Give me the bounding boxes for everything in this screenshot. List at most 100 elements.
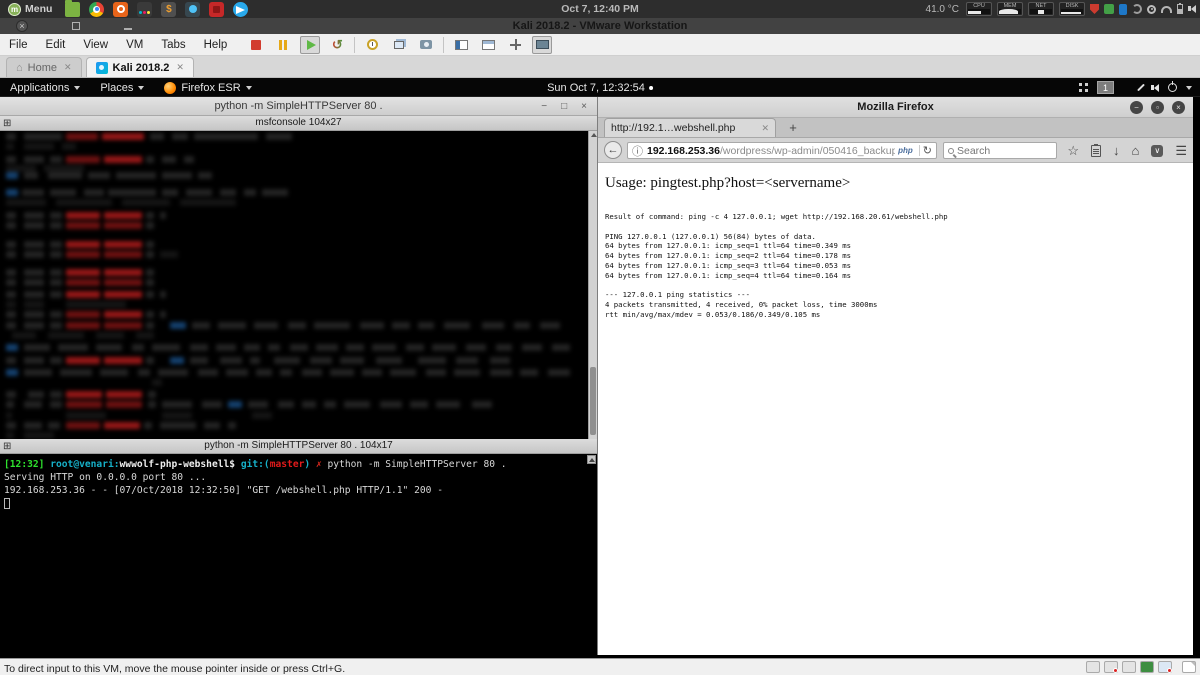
vm-network-adapter-icon[interactable] — [1158, 661, 1172, 673]
vmware-titlebar[interactable]: × Kali 2018.2 - VMware Workstation — [0, 18, 1200, 34]
minimize-icon[interactable]: − — [541, 102, 547, 112]
new-tab-button[interactable]: + — [782, 119, 804, 137]
terminal-window[interactable]: python -m SimpleHTTPServer 80 . − □ × ⊞ … — [0, 97, 597, 655]
bookmark-star-icon[interactable]: ☆ — [1067, 144, 1079, 157]
location-tray-icon[interactable] — [1147, 5, 1156, 14]
power-menu-icon[interactable] — [1168, 83, 1177, 92]
host-clock[interactable]: Oct 7, 12:40 PM — [561, 0, 639, 18]
menu-edit[interactable]: Edit — [37, 34, 75, 56]
battery-tray-icon[interactable] — [1177, 4, 1183, 14]
terminal-scrollbar[interactable] — [588, 131, 597, 439]
indicator-grid-icon[interactable] — [1079, 83, 1088, 92]
firefox-app-menu[interactable]: Firefox ESR — [164, 82, 251, 94]
finance-app-launcher-icon[interactable]: $ — [161, 2, 176, 17]
revert-snapshot-button[interactable] — [389, 36, 409, 54]
orange-app-launcher-icon[interactable] — [113, 2, 128, 17]
mint-menu-button[interactable]: m Menu — [4, 0, 56, 18]
chevron-down-icon[interactable] — [1186, 86, 1192, 90]
vm-harddisk-icon[interactable] — [1104, 661, 1118, 673]
suspend-button[interactable] — [273, 36, 293, 54]
url-bar[interactable]: ⓘ 192.168.253.36 /wordpress/wp-admin/050… — [627, 142, 937, 159]
wifi-tray-icon[interactable] — [1161, 6, 1172, 13]
snapshot-manager-button[interactable] — [416, 36, 436, 54]
output-line: 64 bytes from 127.0.0.1: icmp_seq=3 ttl=… — [605, 261, 948, 271]
host-taskbar: m Menu $ Oct 7, 12:40 PM 41.0 °C CPU MEM… — [0, 0, 1200, 18]
minimize-icon[interactable]: − — [1130, 101, 1143, 114]
red-app-launcher-icon[interactable] — [209, 2, 224, 17]
window-maximize-button[interactable] — [72, 22, 80, 30]
volume-tray-icon[interactable] — [1188, 0, 1196, 18]
tab-webshell[interactable]: http://192.1…webshell.php ✕ — [604, 118, 776, 137]
update-manager-tray-icon[interactable] — [1104, 4, 1114, 14]
telegram-launcher-icon[interactable] — [233, 2, 248, 17]
mem-meter[interactable]: MEM — [997, 2, 1023, 16]
vm-message-log-icon[interactable] — [1086, 661, 1100, 673]
bluetooth-tray-icon[interactable] — [1119, 4, 1127, 15]
file-manager-launcher-icon[interactable] — [65, 2, 80, 17]
reset-button[interactable]: ↺ — [327, 36, 347, 54]
close-icon[interactable]: × — [581, 102, 587, 112]
http-server-pane[interactable]: [12:32] root@venari:wwwolf-php-webshell$… — [0, 454, 597, 655]
fit-guest-button[interactable] — [505, 36, 525, 54]
msfconsole-pane-header[interactable]: ⊞ msfconsole 104x27 — [0, 116, 597, 131]
places-menu[interactable]: Places — [100, 82, 144, 94]
window-close-button[interactable]: × — [16, 20, 28, 32]
site-info-icon[interactable]: ⓘ — [632, 143, 643, 159]
vm-floppy-icon[interactable] — [1140, 661, 1154, 673]
kali-clock[interactable]: Sun Oct 7, 12:32:54 — [547, 78, 653, 97]
search-bar[interactable] — [943, 142, 1057, 159]
menu-file[interactable]: File — [0, 34, 37, 56]
unity-view-button[interactable] — [478, 36, 498, 54]
console-view-button[interactable] — [451, 36, 471, 54]
menu-help[interactable]: Help — [195, 34, 237, 56]
close-icon[interactable]: ✕ — [176, 62, 184, 73]
net-meter[interactable]: NET — [1028, 2, 1054, 16]
kali-volume-icon[interactable] — [1151, 82, 1159, 94]
pocket-icon[interactable]: ∨ — [1151, 145, 1163, 157]
tab-home[interactable]: ⌂ Home ✕ — [6, 57, 82, 77]
terminal-titlebar[interactable]: python -m SimpleHTTPServer 80 . − □ × — [0, 97, 597, 116]
maximize-icon[interactable]: ▫ — [1151, 101, 1164, 114]
http-server-pane-header[interactable]: ⊞ python -m SimpleHTTPServer 80 . 104x17 — [0, 439, 597, 454]
vm-cdrom-icon[interactable] — [1122, 661, 1136, 673]
maximize-icon[interactable]: □ — [561, 102, 567, 112]
workspace-indicator[interactable]: 1 — [1097, 81, 1114, 94]
vm-clipboard-icon[interactable] — [1182, 661, 1196, 673]
home-icon[interactable]: ⌂ — [1131, 144, 1139, 157]
ink-app-launcher-icon[interactable] — [137, 2, 152, 17]
msfconsole-pane[interactable] — [0, 131, 597, 439]
prompt-dir: wwwolf-php-webshell$ — [120, 459, 241, 470]
tab-kali[interactable]: Kali 2018.2 ✕ — [86, 57, 194, 77]
menu-vm[interactable]: VM — [117, 34, 152, 56]
scrollbar-thumb[interactable] — [590, 367, 596, 435]
bookmarks-menu-icon[interactable] — [1091, 145, 1101, 157]
pen-tray-icon[interactable] — [1137, 84, 1145, 92]
search-input[interactable] — [957, 145, 1037, 157]
power-on-button[interactable] — [300, 36, 320, 54]
cinnamon-tray-icon[interactable] — [1132, 4, 1142, 14]
back-button[interactable]: ← — [604, 141, 622, 159]
scroll-up-icon[interactable] — [587, 455, 596, 464]
cpu-meter[interactable]: CPU — [966, 2, 992, 16]
power-off-button[interactable] — [246, 36, 266, 54]
firefox-window[interactable]: Mozilla Firefox − ▫ × http://192.1…websh… — [597, 97, 1193, 655]
close-icon[interactable]: ✕ — [64, 62, 72, 73]
take-snapshot-button[interactable] — [362, 36, 382, 54]
reload-icon[interactable]: ↻ — [923, 144, 932, 157]
hamburger-menu-icon[interactable]: ☰ — [1175, 144, 1187, 157]
window-minimize-button[interactable] — [124, 28, 132, 30]
vmware-taskbar-icon[interactable] — [185, 2, 200, 17]
downloads-icon[interactable]: ↓ — [1113, 144, 1120, 157]
disk-meter[interactable]: DISK — [1059, 2, 1085, 16]
close-icon[interactable]: ✕ — [761, 123, 769, 134]
firefox-titlebar[interactable]: Mozilla Firefox − ▫ × — [598, 97, 1193, 118]
fullscreen-button[interactable] — [532, 36, 552, 54]
scroll-up-icon[interactable] — [591, 133, 597, 137]
security-tray-icon[interactable] — [1090, 4, 1099, 14]
applications-menu[interactable]: Applications — [10, 82, 80, 94]
chrome-launcher-icon[interactable] — [89, 2, 104, 17]
close-icon[interactable]: × — [1172, 101, 1185, 114]
vm-display[interactable]: Applications Places Firefox ESR Sun Oct … — [0, 78, 1200, 655]
menu-tabs[interactable]: Tabs — [152, 34, 194, 56]
menu-view[interactable]: View — [74, 34, 117, 56]
